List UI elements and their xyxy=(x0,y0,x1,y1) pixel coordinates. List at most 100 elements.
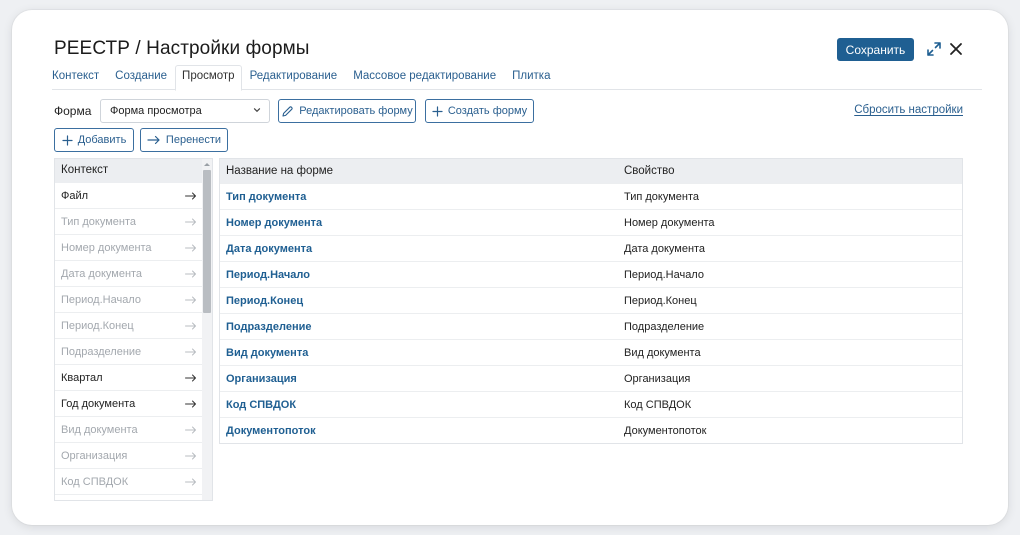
context-item-label: Период.Конец xyxy=(61,319,134,332)
context-item[interactable]: Год документа xyxy=(55,391,203,417)
context-item[interactable]: Период.Начало xyxy=(55,287,203,313)
form-label: Форма xyxy=(54,104,92,118)
edit-form-label: Редактировать форму xyxy=(299,105,413,117)
context-item[interactable]: Номер документа xyxy=(55,235,203,261)
column-header-name: Название на форме xyxy=(226,165,334,177)
field-name-link[interactable]: Период.Конец xyxy=(220,288,618,313)
arrow-right-icon[interactable] xyxy=(185,192,197,200)
context-item-label: Код СПВДОК xyxy=(61,475,129,488)
table-header: Название на форме Свойство xyxy=(220,159,962,183)
arrow-right-icon[interactable] xyxy=(185,452,197,460)
arrow-right-icon[interactable] xyxy=(185,374,197,382)
table-row[interactable]: Код СПВДОК Код СПВДОК xyxy=(220,391,962,417)
edit-form-button[interactable]: Редактировать форму xyxy=(278,99,416,123)
field-property: Тип документа xyxy=(624,190,700,203)
field-property: Код СПВДОК xyxy=(624,398,692,411)
field-name-link[interactable]: Код СПВДОК xyxy=(220,392,618,417)
arrow-right-icon[interactable] xyxy=(185,478,197,486)
arrow-right-icon[interactable] xyxy=(185,400,197,408)
tab-bulk-edit[interactable]: Массовое редактирование xyxy=(345,65,504,90)
context-item-label: Вид документа xyxy=(61,423,138,436)
field-property: Период.Начало xyxy=(624,268,704,281)
table-row[interactable]: Документопоток Документопоток xyxy=(220,417,962,443)
arrow-right-icon xyxy=(147,135,160,145)
field-name-link[interactable]: Период.Начало xyxy=(220,262,618,287)
context-item-label: Период.Начало xyxy=(61,293,141,306)
field-property: Период.Конец xyxy=(624,294,697,307)
field-name-link[interactable]: Документопоток xyxy=(220,418,618,443)
context-item-label: Тип документа xyxy=(61,215,137,228)
table-row[interactable]: Подразделение Подразделение xyxy=(220,313,962,339)
table-row[interactable]: Вид документа Вид документа xyxy=(220,339,962,365)
field-property: Дата документа xyxy=(624,242,706,255)
plus-icon xyxy=(432,105,443,117)
context-item-label: Год документа xyxy=(61,397,136,410)
context-item[interactable]: Дата документа xyxy=(55,261,203,287)
settings-window: РЕЕСТР / Настройки формы Сохранить Конте… xyxy=(12,10,1008,525)
scroll-thumb[interactable] xyxy=(203,170,211,313)
scroll-up-icon[interactable] xyxy=(203,161,211,167)
context-item-label: Подразделение xyxy=(61,345,142,358)
column-header-property: Свойство xyxy=(624,165,675,177)
table-row[interactable]: Период.Конец Период.Конец xyxy=(220,287,962,313)
context-item[interactable]: Код СПВДОК xyxy=(55,469,203,495)
context-item[interactable]: Тип документа xyxy=(55,209,203,235)
tab-create[interactable]: Создание xyxy=(107,65,175,90)
close-icon[interactable] xyxy=(948,41,964,57)
arrow-right-icon[interactable] xyxy=(185,322,197,330)
table-row[interactable]: Тип документа Тип документа xyxy=(220,183,962,209)
arrow-right-icon[interactable] xyxy=(185,270,197,278)
context-scrollbar[interactable] xyxy=(202,159,212,500)
arrow-right-icon[interactable] xyxy=(185,296,197,304)
pencil-icon xyxy=(282,105,293,117)
arrow-right-icon[interactable] xyxy=(185,426,197,434)
field-name-link[interactable]: Организация xyxy=(220,366,618,391)
expand-icon[interactable] xyxy=(926,41,942,57)
context-item[interactable]: Квартал xyxy=(55,365,203,391)
form-select-value: Форма просмотра xyxy=(110,105,202,117)
tab-tile[interactable]: Плитка xyxy=(504,65,558,90)
field-property: Подразделение xyxy=(624,320,705,333)
add-button[interactable]: Добавить xyxy=(54,128,134,152)
field-property: Организация xyxy=(624,372,691,385)
form-fields-table: Название на форме Свойство Тип документа… xyxy=(219,158,963,444)
tab-context[interactable]: Контекст xyxy=(52,65,107,90)
context-item-label: Дата документа xyxy=(61,267,143,280)
table-row[interactable]: Организация Организация xyxy=(220,365,962,391)
add-label: Добавить xyxy=(77,134,127,146)
context-item[interactable]: Файл xyxy=(55,183,203,209)
context-item-label: Номер документа xyxy=(61,241,152,254)
move-label: Перенести xyxy=(165,134,222,146)
context-item[interactable]: Подразделение xyxy=(55,339,203,365)
arrow-right-icon[interactable] xyxy=(185,244,197,252)
reset-settings-link[interactable]: Сбросить настройки xyxy=(854,104,963,116)
context-item-label: Квартал xyxy=(61,371,103,384)
move-button[interactable]: Перенести xyxy=(140,128,228,152)
context-item[interactable]: Вид документа xyxy=(55,417,203,443)
chevron-down-icon xyxy=(253,108,261,113)
table-row[interactable]: Дата документа Дата документа xyxy=(220,235,962,261)
page-title: РЕЕСТР / Настройки формы xyxy=(54,38,310,59)
table-row[interactable]: Номер документа Номер документа xyxy=(220,209,962,235)
create-form-button[interactable]: Создать форму xyxy=(425,99,534,123)
context-item-label: Организация xyxy=(61,449,128,462)
context-list: Контекст Файл Тип документа Номер документ… xyxy=(54,158,213,501)
field-name-link[interactable]: Тип документа xyxy=(220,184,618,209)
table-row[interactable]: Период.Начало Период.Начало xyxy=(220,261,962,287)
field-name-link[interactable]: Номер документа xyxy=(220,210,618,235)
context-item[interactable]: Организация xyxy=(55,443,203,469)
arrow-right-icon[interactable] xyxy=(185,218,197,226)
tab-edit[interactable]: Редактирование xyxy=(242,65,346,90)
field-name-link[interactable]: Подразделение xyxy=(220,314,618,339)
create-form-label: Создать форму xyxy=(447,105,528,117)
field-property: Вид документа xyxy=(624,346,701,359)
plus-icon xyxy=(62,134,73,146)
field-name-link[interactable]: Вид документа xyxy=(220,340,618,365)
context-item[interactable]: Период.Конец xyxy=(55,313,203,339)
tab-view[interactable]: Просмотр xyxy=(175,65,242,91)
form-select[interactable]: Форма просмотра xyxy=(100,99,270,123)
field-name-link[interactable]: Дата документа xyxy=(220,236,618,261)
save-button[interactable]: Сохранить xyxy=(837,38,914,61)
context-item-label: Файл xyxy=(61,189,89,202)
arrow-right-icon[interactable] xyxy=(185,348,197,356)
